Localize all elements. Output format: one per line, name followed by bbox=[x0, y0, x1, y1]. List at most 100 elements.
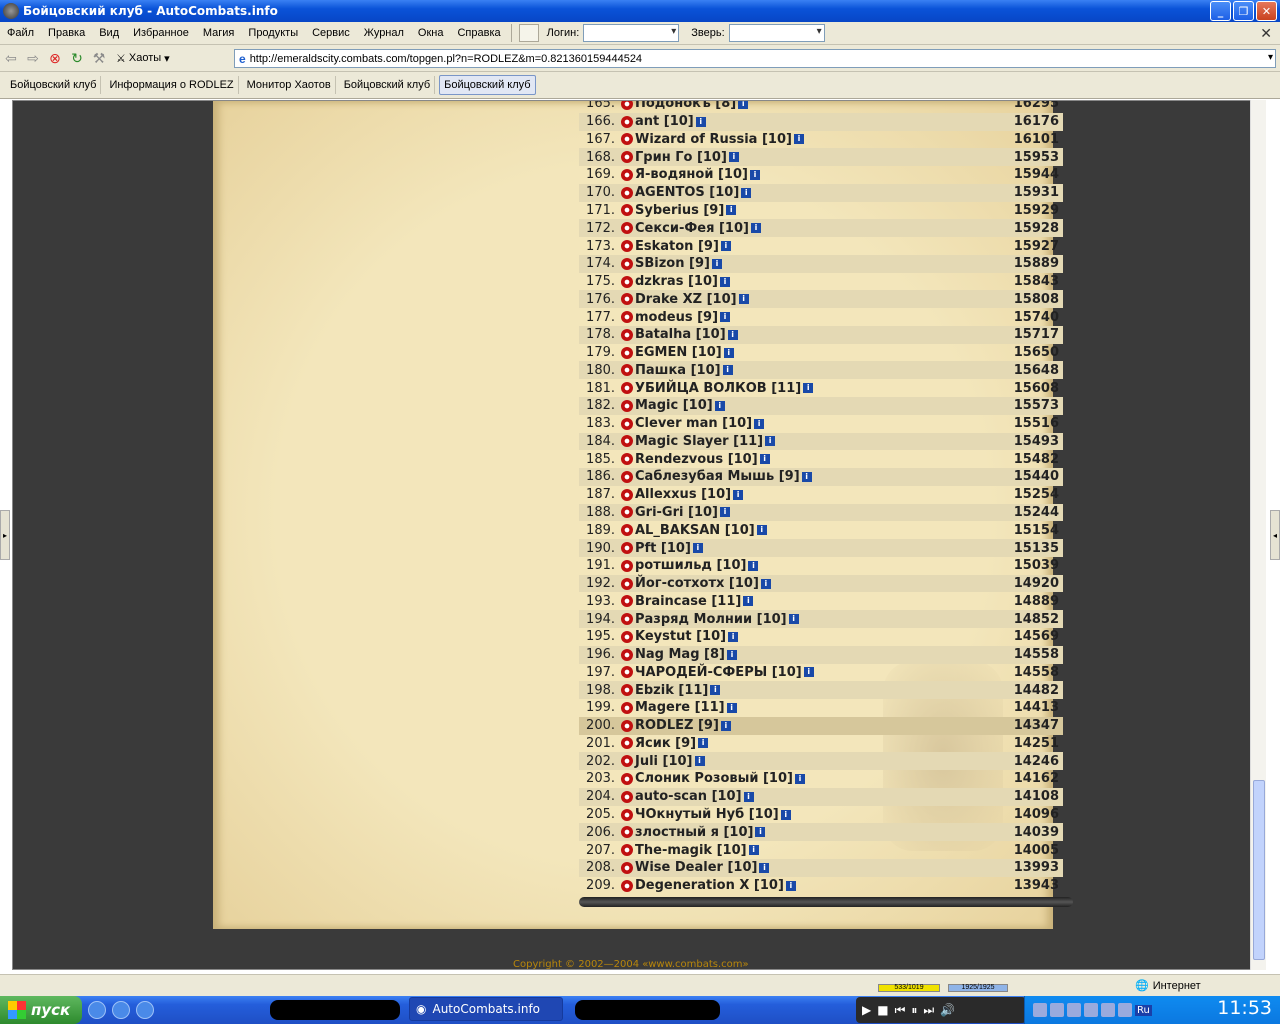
menu-products[interactable]: Продукты bbox=[241, 27, 305, 39]
close-button[interactable]: ✕ bbox=[1256, 1, 1277, 21]
tray-icon[interactable] bbox=[1050, 1003, 1064, 1017]
clan-badge-icon[interactable] bbox=[621, 311, 633, 324]
stop-media-icon[interactable]: ■ bbox=[877, 1003, 888, 1017]
player-name-link[interactable]: Gri-Gri [10] bbox=[635, 505, 718, 520]
player-name-link[interactable]: SBizon [9] bbox=[635, 256, 710, 271]
player-name-link[interactable]: modeus [9] bbox=[635, 310, 718, 325]
player-name-link[interactable]: Batalha [10] bbox=[635, 327, 726, 342]
clan-badge-icon[interactable] bbox=[621, 684, 633, 697]
clan-badge-icon[interactable] bbox=[621, 222, 633, 235]
clan-badge-icon[interactable] bbox=[621, 204, 633, 217]
messenger-quicklaunch-icon[interactable] bbox=[136, 1001, 154, 1019]
player-name-link[interactable]: Грин Го [10] bbox=[635, 150, 727, 165]
pet-combo[interactable] bbox=[728, 24, 825, 42]
clan-badge-icon[interactable] bbox=[621, 737, 633, 750]
left-collapse-handle[interactable]: ▸ bbox=[0, 510, 10, 560]
info-icon[interactable]: i bbox=[723, 347, 734, 358]
info-icon[interactable]: i bbox=[741, 187, 752, 198]
tab-chaos-monitor[interactable]: Монитор Хаотов bbox=[243, 76, 336, 94]
tray-icon[interactable] bbox=[1118, 1003, 1132, 1017]
url-field[interactable]: e http://emeraldscity.combats.com/topgen… bbox=[234, 49, 1276, 68]
close-icon[interactable]: ✕ bbox=[1260, 25, 1272, 42]
info-icon[interactable]: i bbox=[698, 738, 709, 749]
right-collapse-handle[interactable]: ◂ bbox=[1270, 510, 1280, 560]
info-icon[interactable]: i bbox=[720, 241, 731, 251]
ie-quicklaunch-icon[interactable] bbox=[88, 1001, 106, 1019]
pause-icon[interactable]: ⏸ bbox=[911, 1003, 917, 1018]
clan-badge-icon[interactable] bbox=[621, 364, 633, 377]
info-icon[interactable]: i bbox=[692, 543, 703, 554]
info-icon[interactable]: i bbox=[750, 223, 761, 234]
info-icon[interactable]: i bbox=[695, 116, 706, 127]
menu-journal[interactable]: Журнал bbox=[357, 27, 411, 39]
info-icon[interactable]: i bbox=[726, 205, 737, 216]
info-icon[interactable]: i bbox=[726, 649, 737, 660]
clan-badge-icon[interactable] bbox=[621, 506, 633, 519]
next-icon[interactable]: ⏭ bbox=[923, 1003, 934, 1018]
maximize-button[interactable]: ❐ bbox=[1233, 1, 1254, 21]
scrollbar-thumb[interactable] bbox=[1253, 780, 1265, 960]
clan-badge-icon[interactable] bbox=[621, 470, 633, 483]
url-dropdown-icon[interactable]: ▾ bbox=[1268, 52, 1273, 63]
info-icon[interactable]: i bbox=[748, 845, 759, 856]
clan-badge-icon[interactable] bbox=[621, 666, 633, 679]
player-name-link[interactable]: Пашка [10] bbox=[635, 363, 721, 378]
tray-icon[interactable] bbox=[1033, 1003, 1047, 1017]
tools-icon[interactable]: ⚒ bbox=[88, 48, 110, 68]
clan-badge-icon[interactable] bbox=[621, 648, 633, 661]
menu-magic[interactable]: Магия bbox=[196, 27, 242, 39]
clan-badge-icon[interactable] bbox=[621, 630, 633, 643]
player-name-link[interactable]: Rendezvous [10] bbox=[635, 452, 758, 467]
language-indicator[interactable]: Ru bbox=[1135, 1004, 1152, 1016]
info-icon[interactable]: i bbox=[755, 827, 766, 838]
info-icon[interactable]: i bbox=[727, 329, 738, 340]
player-name-link[interactable]: Йог-сотхотх [10] bbox=[635, 576, 759, 591]
clan-badge-icon[interactable] bbox=[621, 542, 633, 555]
player-name-link[interactable]: AL_BAKSAN [10] bbox=[635, 523, 755, 538]
clan-badge-icon[interactable] bbox=[621, 719, 633, 732]
player-name-link[interactable]: dzkras [10] bbox=[635, 274, 718, 289]
clan-badge-icon[interactable] bbox=[621, 808, 633, 821]
clan-badge-icon[interactable] bbox=[621, 293, 633, 306]
clan-badge-icon[interactable] bbox=[621, 613, 633, 626]
info-icon[interactable]: i bbox=[726, 702, 737, 713]
info-icon[interactable]: i bbox=[738, 101, 749, 109]
clan-badge-icon[interactable] bbox=[621, 524, 633, 537]
clan-badge-icon[interactable] bbox=[621, 559, 633, 572]
player-name-link[interactable]: Подонокъ [8] bbox=[635, 101, 736, 111]
clan-badge-icon[interactable] bbox=[621, 595, 633, 608]
menu-edit[interactable]: Правка bbox=[41, 27, 92, 39]
player-name-link[interactable]: ЧОкнутый Нуб [10] bbox=[635, 807, 779, 822]
clan-badge-icon[interactable] bbox=[621, 151, 633, 164]
prev-icon[interactable]: ⏮ bbox=[895, 1003, 906, 1018]
player-name-link[interactable]: ant [10] bbox=[635, 114, 694, 129]
minimize-button[interactable]: _ bbox=[1210, 1, 1231, 21]
player-name-link[interactable]: auto-scan [10] bbox=[635, 789, 742, 804]
clan-badge-icon[interactable] bbox=[621, 186, 633, 199]
player-name-link[interactable]: Degeneration X [10] bbox=[635, 878, 784, 893]
player-name-link[interactable]: Braincase [11] bbox=[635, 594, 741, 609]
player-name-link[interactable]: ЧАРОДЕЙ-СФЕРЫ [10] bbox=[635, 665, 802, 680]
tray-icon[interactable] bbox=[1101, 1003, 1115, 1017]
info-icon[interactable]: i bbox=[756, 525, 767, 536]
player-name-link[interactable]: Drake XZ [10] bbox=[635, 292, 737, 307]
clan-badge-icon[interactable] bbox=[621, 701, 633, 714]
info-icon[interactable]: i bbox=[714, 400, 725, 411]
clan-badge-icon[interactable] bbox=[621, 115, 633, 128]
clan-badge-icon[interactable] bbox=[621, 257, 633, 270]
tray-icon[interactable] bbox=[1084, 1003, 1098, 1017]
login-combo[interactable] bbox=[583, 24, 680, 42]
vertical-scrollbar[interactable] bbox=[1250, 100, 1266, 970]
info-icon[interactable]: i bbox=[785, 880, 796, 891]
clan-badge-icon[interactable] bbox=[621, 240, 633, 252]
info-icon[interactable]: i bbox=[743, 596, 754, 607]
player-name-link[interactable]: The-magik [10] bbox=[635, 843, 747, 858]
player-name-link[interactable]: Саблезубая Мышь [9] bbox=[635, 469, 800, 484]
menu-windows[interactable]: Окна bbox=[411, 27, 451, 39]
clan-badge-icon[interactable] bbox=[621, 861, 633, 874]
info-icon[interactable]: i bbox=[720, 720, 731, 731]
clan-badge-icon[interactable] bbox=[621, 772, 633, 785]
start-button[interactable]: пуск bbox=[0, 996, 82, 1024]
info-icon[interactable]: i bbox=[733, 489, 744, 500]
forward-arrow-icon[interactable]: ⇨ bbox=[22, 48, 44, 68]
